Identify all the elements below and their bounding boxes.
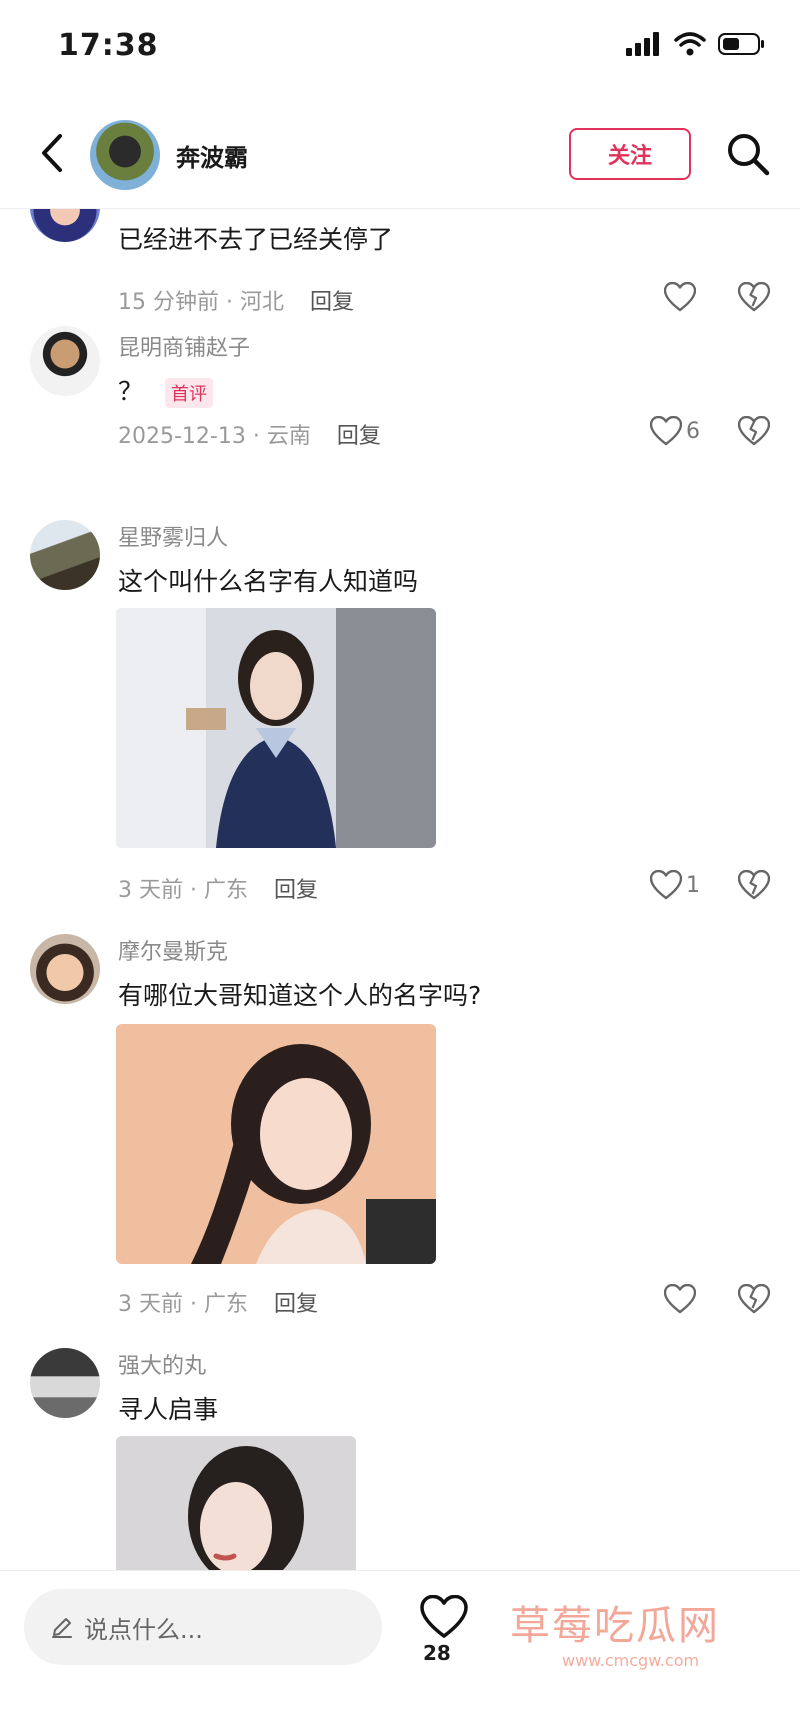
- comment-image[interactable]: [116, 1436, 356, 1570]
- comment-text: 已经进不去了已经关停了: [118, 225, 394, 254]
- comment-time-location: 2025-12-13 · 云南: [118, 424, 311, 449]
- like-button[interactable]: [664, 282, 700, 312]
- reply-button[interactable]: 回复: [274, 1292, 318, 1317]
- watermark-url: www.cmcgw.com: [562, 1651, 700, 1670]
- broken-heart-icon[interactable]: [738, 1284, 770, 1314]
- commenter-name[interactable]: 星野雾归人: [118, 520, 228, 552]
- photo-image: [116, 1024, 436, 1264]
- author-name[interactable]: 奔波霸: [176, 138, 248, 173]
- comment-time-location: 15 分钟前 · 河北: [118, 290, 284, 315]
- commenter-name[interactable]: 摩尔曼斯克: [118, 934, 228, 966]
- commenter-avatar[interactable]: [30, 326, 100, 396]
- comment-item: 摩尔曼斯克 有哪位大哥知道这个人的名字吗? 3 天前 · 广东 回复: [0, 934, 800, 1317]
- broken-heart-icon[interactable]: [738, 282, 770, 312]
- comment-meta: 15 分钟前 · 河北 回复: [118, 284, 354, 316]
- like-button[interactable]: [664, 1284, 700, 1314]
- reply-button[interactable]: 回复: [337, 424, 381, 449]
- signal-icon: [626, 32, 659, 56]
- heart-icon: [650, 870, 682, 900]
- first-comment-badge: 首评: [165, 378, 214, 408]
- broken-heart-icon[interactable]: [738, 416, 770, 446]
- comment-time-location: 3 天前 · 广东: [118, 878, 248, 903]
- comment-meta: 3 天前 · 广东 回复: [118, 872, 318, 904]
- commenter-name[interactable]: 强大的丸: [118, 1348, 206, 1380]
- comment-list[interactable]: 已经进不去了已经关停了 15 分钟前 · 河北 回复 昆明商铺赵子 ？首评 202…: [0, 208, 800, 1570]
- photo-image: [116, 1436, 356, 1570]
- comment-time-location: 3 天前 · 广东: [118, 1292, 248, 1317]
- status-bar: 17:38: [0, 0, 800, 100]
- reply-button[interactable]: 回复: [310, 290, 354, 315]
- bottom-bar: 说点什么... 28 草莓吃瓜网 www.cmcgw.com: [0, 1570, 800, 1732]
- heart-icon: [664, 282, 696, 312]
- battery-icon: [718, 33, 764, 55]
- back-icon[interactable]: [32, 128, 72, 178]
- commenter-avatar[interactable]: [30, 1348, 100, 1418]
- heart-icon: [664, 1284, 696, 1314]
- photo-image: [116, 608, 436, 848]
- status-time: 17:38: [58, 28, 159, 63]
- heart-icon: [650, 416, 682, 446]
- post-like-count: 28: [423, 1641, 451, 1665]
- wifi-icon: [674, 32, 706, 56]
- pencil-icon: [52, 1618, 72, 1638]
- search-icon[interactable]: [724, 130, 772, 178]
- comment-item: 星野雾归人 这个叫什么名字有人知道吗 3 天前 · 广东 回复 1: [0, 520, 800, 903]
- comment-image[interactable]: [116, 1024, 436, 1264]
- like-count: 6: [686, 418, 700, 444]
- watermark-text: 草莓吃瓜网: [510, 1603, 720, 1649]
- comment-item: 已经进不去了已经关停了 15 分钟前 · 河北 回复: [0, 208, 800, 318]
- follow-button[interactable]: 关注: [569, 128, 691, 180]
- profile-header: 奔波霸 关注: [0, 100, 800, 209]
- comment-text: 这个叫什么名字有人知道吗: [118, 567, 419, 596]
- comment-item: 强大的丸 寻人启事: [0, 1348, 800, 1570]
- status-icons: [626, 32, 766, 56]
- like-button[interactable]: 1: [650, 870, 700, 900]
- heart-icon[interactable]: [420, 1595, 468, 1639]
- reply-button[interactable]: 回复: [274, 878, 318, 903]
- broken-heart-icon[interactable]: [738, 870, 770, 900]
- comment-text: 有哪位大哥知道这个人的名字吗?: [118, 981, 482, 1010]
- comment-input[interactable]: 说点什么...: [24, 1589, 382, 1665]
- comment-text: 寻人启事: [118, 1395, 219, 1424]
- comment-meta: 3 天前 · 广东 回复: [118, 1286, 318, 1318]
- comment-image[interactable]: [116, 608, 436, 848]
- like-button[interactable]: 6: [650, 416, 700, 446]
- commenter-avatar[interactable]: [30, 934, 100, 1004]
- commenter-avatar[interactable]: [30, 208, 100, 242]
- comment-item: 昆明商铺赵子 ？ 首评 2025-12-13 · 云南 回复 6: [0, 318, 800, 478]
- comment-input-placeholder: 说点什么...: [84, 1615, 203, 1644]
- comment-text-value: ？: [118, 377, 144, 406]
- comment-meta: 2025-12-13 · 云南 回复: [118, 418, 381, 450]
- commenter-avatar[interactable]: [30, 520, 100, 590]
- comment-text: ？ 首评: [118, 372, 214, 408]
- like-count: 1: [686, 872, 700, 898]
- author-avatar[interactable]: [90, 120, 160, 190]
- commenter-name[interactable]: 昆明商铺赵子: [118, 330, 250, 362]
